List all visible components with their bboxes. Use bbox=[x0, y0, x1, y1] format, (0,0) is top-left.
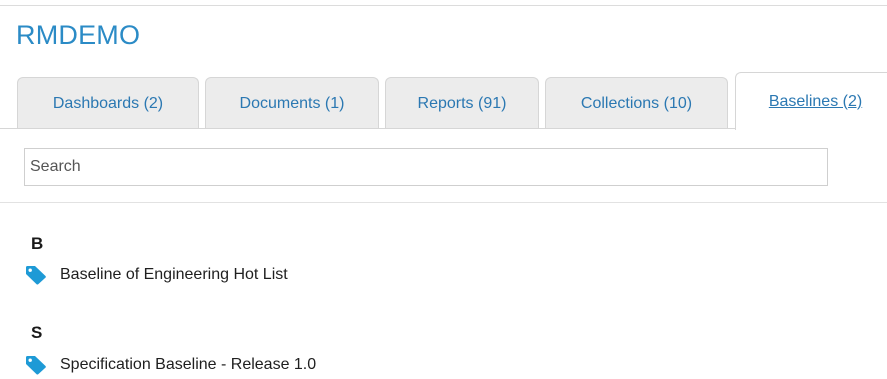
search-box bbox=[24, 148, 828, 186]
tab-dashboards[interactable]: Dashboards (2) bbox=[17, 77, 199, 129]
tab-baselines[interactable]: Baselines (2) bbox=[735, 72, 887, 130]
content-divider bbox=[0, 202, 887, 203]
tab-collections-label: Collections (10) bbox=[580, 94, 693, 112]
baseline-item-engineering-hot-list[interactable]: Baseline of Engineering Hot List bbox=[25, 265, 288, 285]
tab-reports[interactable]: Reports (91) bbox=[385, 77, 539, 129]
tag-icon bbox=[26, 266, 46, 285]
tab-reports-label: Reports (91) bbox=[417, 94, 507, 112]
artifact-tabs: Dashboards (2) Documents (1) Reports (91… bbox=[0, 0, 887, 130]
group-letter-s: S bbox=[31, 323, 43, 342]
baseline-item-label: Baseline of Engineering Hot List bbox=[60, 266, 288, 283]
group-letter-b: B bbox=[31, 234, 44, 253]
tab-documents[interactable]: Documents (1) bbox=[205, 77, 379, 129]
tag-icon bbox=[26, 356, 46, 375]
baseline-item-label: Specification Baseline - Release 1.0 bbox=[60, 356, 317, 373]
tab-dashboards-label: Dashboards (2) bbox=[52, 94, 164, 112]
tab-baselines-label: Baselines (2) bbox=[768, 92, 863, 110]
baseline-item-specification-release[interactable]: Specification Baseline - Release 1.0 bbox=[25, 355, 316, 375]
tab-documents-label: Documents (1) bbox=[239, 94, 345, 112]
tab-collections[interactable]: Collections (10) bbox=[545, 77, 728, 129]
search-input[interactable] bbox=[24, 148, 828, 186]
